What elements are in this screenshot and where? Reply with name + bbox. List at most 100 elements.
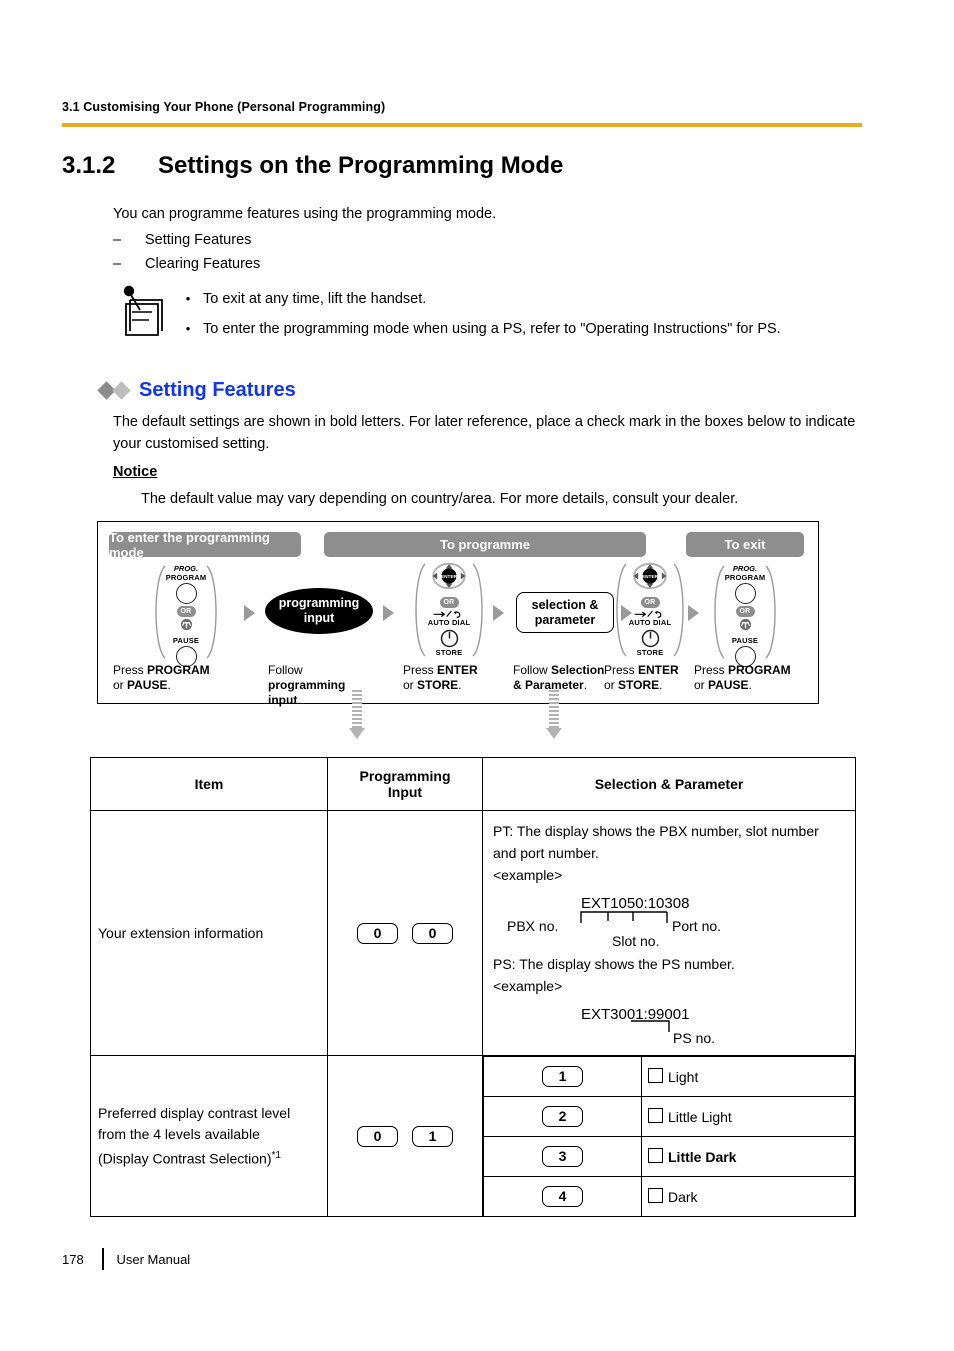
pause-label: PAUSE: [172, 636, 200, 645]
list-item: – Setting Features: [113, 228, 873, 252]
note-item: • To exit at any time, lift the handset.: [173, 284, 873, 314]
pause-label: PAUSE: [731, 636, 759, 645]
option-label: Dark: [668, 1189, 698, 1205]
ann-port-label: Port no.: [672, 918, 722, 934]
option-row: 1 Light: [483, 1056, 855, 1097]
option-label-cell: Little Light: [641, 1096, 855, 1137]
keypad-key[interactable]: 0: [357, 922, 398, 944]
intro-list: – Setting Features – Clearing Features: [113, 228, 873, 276]
list-item-label: Setting Features: [145, 232, 252, 248]
node-programming-input: programming input: [265, 588, 373, 634]
example-label-2: <example>: [493, 978, 563, 994]
store-key-icon[interactable]: [440, 629, 459, 648]
or-badge: OR: [176, 606, 196, 617]
example-label: <example>: [493, 867, 563, 883]
checkbox[interactable]: [648, 1148, 663, 1163]
option-row: 3 Little Dark: [483, 1136, 855, 1177]
enter-navigator-icon[interactable]: ENTER: [429, 562, 469, 590]
store-key-icon[interactable]: [641, 629, 660, 648]
program-label: PROGRAM: [165, 573, 207, 582]
col-header-programming-input: Programming Input: [327, 757, 483, 811]
keypad-key[interactable]: 1: [542, 1066, 583, 1087]
flow-arrow-icon: [244, 605, 255, 621]
option-label-cell: Dark: [641, 1176, 855, 1216]
key-group-enter-store-2: ENTER OR AUTO DIAL STORE: [607, 562, 693, 658]
note-item: • To enter the programming mode when usi…: [173, 314, 873, 344]
header-rule: [62, 123, 862, 127]
table-row: Your extension information 00 PT: The di…: [90, 810, 856, 1056]
auto-dial-icon: [433, 610, 461, 618]
col-header-item: Item: [90, 757, 328, 811]
row-selection-options: 1 Light 2 Little Light 3 Little Dark 4 D…: [482, 1055, 856, 1217]
ps-example-value: EXT3001:99001: [581, 1006, 690, 1023]
flow-arrow-icon: [383, 605, 394, 621]
flow-arrow-icon: [688, 605, 699, 621]
caption-press-program-exit: Press PROGRAM or PAUSE.: [694, 663, 791, 692]
enter-navigator-icon[interactable]: ENTER: [630, 562, 670, 590]
option-label-cell: Light: [641, 1056, 855, 1097]
document-page: 3.1 Customising Your Phone (Personal Pro…: [0, 0, 954, 1351]
table-header-row: Item Programming Input Selection & Param…: [90, 757, 856, 811]
option-label: Light: [668, 1069, 699, 1085]
pt-desc-line1: PT: The display shows the PBX number, sl…: [493, 823, 819, 839]
or-badge: OR: [640, 597, 660, 608]
option-row: 4 Dark: [483, 1176, 855, 1216]
section-number: 3.1.2: [62, 152, 116, 179]
checkbox[interactable]: [648, 1108, 663, 1123]
checkbox[interactable]: [648, 1068, 663, 1083]
pt-example-annotation: PBX no. Slot no. Port no.: [507, 911, 847, 949]
keypad-key[interactable]: 2: [542, 1106, 583, 1127]
note-items: • To exit at any time, lift the handset.…: [173, 284, 873, 344]
keypad-key[interactable]: 0: [357, 1125, 398, 1147]
pause-key-icon: [180, 618, 192, 631]
table-row: Preferred display contrast level from th…: [90, 1055, 856, 1217]
annotation-leader-lines-icon: [631, 1020, 670, 1032]
store-label: STORE: [636, 648, 664, 657]
node-selection-parameter: selection & parameter: [516, 592, 614, 633]
footer-doc-label: User Manual: [116, 1251, 191, 1267]
option-key-cell: 1: [483, 1056, 642, 1097]
list-item: – Clearing Features: [113, 252, 873, 276]
footer-divider: [102, 1248, 104, 1270]
or-badge: OR: [735, 606, 755, 617]
keypad-key[interactable]: 0: [412, 922, 453, 944]
flow-connector-arrow-selection: [546, 690, 562, 739]
row-programming-input: 00: [327, 810, 483, 1056]
prog-italic-label: PROG.: [732, 564, 758, 573]
page-footer: 178 User Manual: [62, 1248, 190, 1270]
keypad-key[interactable]: 4: [542, 1186, 583, 1207]
caption-press-program: Press PROGRAM or PAUSE.: [113, 663, 210, 692]
notice-body: The default value may vary depending on …: [141, 491, 739, 507]
dash-marker: –: [113, 232, 122, 248]
notice-label: Notice: [113, 464, 158, 480]
program-key-icon[interactable]: [175, 583, 197, 604]
key-group-program-pause-exit: PROG. PROGRAM OR PAUSE: [702, 564, 788, 667]
flow-band-exit: To exit: [686, 532, 804, 557]
intro-lead: You can programme features using the pro…: [113, 206, 497, 222]
caption-press-enter-1: Press ENTER or STORE.: [403, 663, 478, 692]
ps-desc-line: PS: The display shows the PS number.: [493, 956, 735, 972]
store-label: STORE: [435, 648, 463, 657]
keypad-key[interactable]: 3: [542, 1146, 583, 1167]
flow-arrow-icon: [493, 605, 504, 621]
auto-dial-label: AUTO DIAL: [427, 618, 471, 627]
note-pencil-icon: [123, 285, 163, 336]
feature-body: The default settings are shown in bold l…: [113, 414, 856, 452]
option-label-cell: Little Dark: [641, 1136, 855, 1177]
feature-heading: Setting Features: [97, 379, 296, 402]
row-item-label-2: Preferred display contrast level from th…: [90, 1055, 328, 1217]
diamond-icon: [112, 381, 131, 400]
flow-band-enter: To enter the programming mode: [109, 530, 301, 560]
checkbox[interactable]: [648, 1188, 663, 1203]
ann-pbx-label: PBX no.: [507, 918, 559, 934]
option-key-cell: 2: [483, 1096, 642, 1137]
note-item-text: To enter the programming mode when using…: [203, 321, 781, 337]
pt-desc-line2: and port number.: [493, 845, 599, 861]
keypad-key[interactable]: 1: [412, 1125, 453, 1147]
key-group-enter-store: ENTER OR AUTO DIAL STORE: [406, 562, 492, 658]
program-key-icon[interactable]: [734, 583, 756, 604]
row-item-label: Your extension information: [90, 810, 328, 1056]
caption-press-enter-2: Press ENTER or STORE.: [604, 663, 679, 692]
col-header-selection-parameter: Selection & Parameter: [482, 757, 856, 811]
ps-example-annotation: PS no.: [581, 1020, 847, 1046]
